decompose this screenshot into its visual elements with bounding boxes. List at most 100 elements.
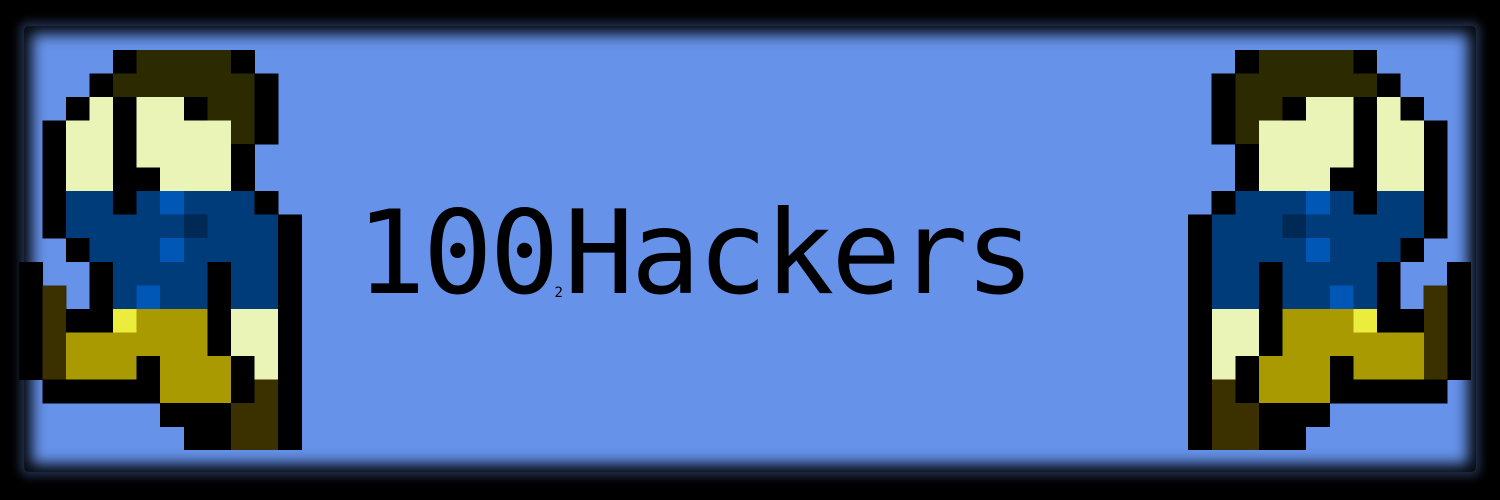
sprite-pixel (1329, 50, 1354, 74)
title-number: 100 (356, 186, 560, 321)
sprite-pixel (136, 308, 161, 333)
sprite-pixel (1376, 191, 1401, 216)
sprite-pixel (230, 50, 255, 74)
sprite-pixel (136, 144, 161, 169)
sprite-pixel (1329, 332, 1354, 357)
sprite-pixel (1282, 308, 1307, 333)
sprite-pixel (1399, 214, 1424, 239)
sprite-pixel (1235, 144, 1260, 169)
sprite-pixel (207, 332, 232, 357)
sprite-pixel (42, 167, 67, 192)
sprite-pixel (277, 261, 302, 286)
sprite-pixel (1258, 191, 1283, 216)
sprite-pixel (277, 285, 302, 310)
sprite-pixel (42, 144, 67, 169)
sprite-pixel (1211, 308, 1236, 333)
sprite-pixel (1282, 261, 1307, 286)
sprite-pixel (1235, 120, 1260, 145)
sprite-pixel (1211, 214, 1236, 239)
sprite-pixel (89, 355, 114, 380)
sprite-pixel (136, 167, 161, 192)
sprite-pixel (160, 402, 185, 427)
sprite-pixel (1399, 191, 1424, 216)
sprite-pixel (1211, 191, 1236, 216)
sprite-pixel (1352, 167, 1377, 192)
sprite-pixel (207, 308, 232, 333)
sprite-pixel (136, 238, 161, 263)
sprite-pixel (254, 332, 279, 357)
sprite-pixel (1329, 285, 1354, 310)
sprite-pixel (160, 50, 185, 74)
sprite-pixel (1329, 355, 1354, 380)
sprite-pixel (1258, 50, 1283, 74)
sprite-pixel (1305, 308, 1330, 333)
sprite-pixel (19, 355, 44, 380)
sprite-pixel (230, 238, 255, 263)
sprite-pixel (1423, 214, 1448, 239)
sprite-pixel (1235, 426, 1260, 450)
sprite-pixel (1282, 214, 1307, 239)
sprite-pixel (254, 214, 279, 239)
sprite-pixel (1282, 332, 1307, 357)
sprite-pixel (136, 214, 161, 239)
sprite-pixel (113, 261, 138, 286)
sprite-pixel (1376, 261, 1401, 286)
sprite-pixel (1399, 332, 1424, 357)
running-hacker-left-icon (16, 50, 328, 450)
sprite-pixel (183, 120, 208, 145)
sprite-pixel (1399, 379, 1424, 404)
sprite-pixel (1376, 308, 1401, 333)
sprite-pixel (42, 120, 67, 145)
sprite-pixel (277, 426, 302, 450)
sprite-pixel (160, 191, 185, 216)
sprite-pixel (207, 167, 232, 192)
banner-title: 1002Hackers (356, 196, 1156, 336)
sprite-pixel (277, 214, 302, 239)
sprite-pixel (19, 332, 44, 357)
running-hacker-right-icon (1162, 50, 1474, 450)
sprite-pixel (230, 308, 255, 333)
sprite-pixel (1258, 332, 1283, 357)
sprite-pixel (113, 285, 138, 310)
sprite-pixel (230, 73, 255, 98)
sprite-pixel (254, 355, 279, 380)
sprite-pixel (254, 308, 279, 333)
sprite-pixel (230, 97, 255, 122)
sprite-pixel (207, 73, 232, 98)
sprite-pixel (66, 191, 91, 216)
sprite-pixel (183, 214, 208, 239)
sprite-pixel (1258, 402, 1283, 427)
sprite-pixel (160, 214, 185, 239)
sprite-pixel (230, 120, 255, 145)
sprite-pixel (1399, 120, 1424, 145)
sprite-pixel (113, 238, 138, 263)
sprite-pixel (207, 261, 232, 286)
sprite-pixel (277, 332, 302, 357)
sprite-pixel (89, 285, 114, 310)
sprite-pixel (136, 191, 161, 216)
sprite-pixel (254, 426, 279, 450)
sprite-pixel (183, 97, 208, 122)
sprite-pixel (89, 308, 114, 333)
sprite-pixel (113, 379, 138, 404)
sprite-pixel (1235, 97, 1260, 122)
sprite-pixel (1258, 214, 1283, 239)
sprite-pixel (160, 308, 185, 333)
sprite-pixel (160, 144, 185, 169)
sprite-pixel (183, 50, 208, 74)
sprite-pixel (1235, 379, 1260, 404)
sprite-pixel (1258, 308, 1283, 333)
sprite-pixel (1329, 144, 1354, 169)
sprite-pixel (1399, 355, 1424, 380)
sprite-pixel (1329, 120, 1354, 145)
sprite-pixel (1258, 379, 1283, 404)
sprite-pixel (1258, 355, 1283, 380)
banner: 1002Hackers (0, 0, 1500, 500)
sprite-pixel (230, 144, 255, 169)
sprite-pixel (207, 426, 232, 450)
sprite-pixel (277, 379, 302, 404)
sprite-pixel (1282, 355, 1307, 380)
sprite-pixel (1376, 238, 1401, 263)
sprite-pixel (160, 285, 185, 310)
sprite-pixel (1329, 73, 1354, 98)
